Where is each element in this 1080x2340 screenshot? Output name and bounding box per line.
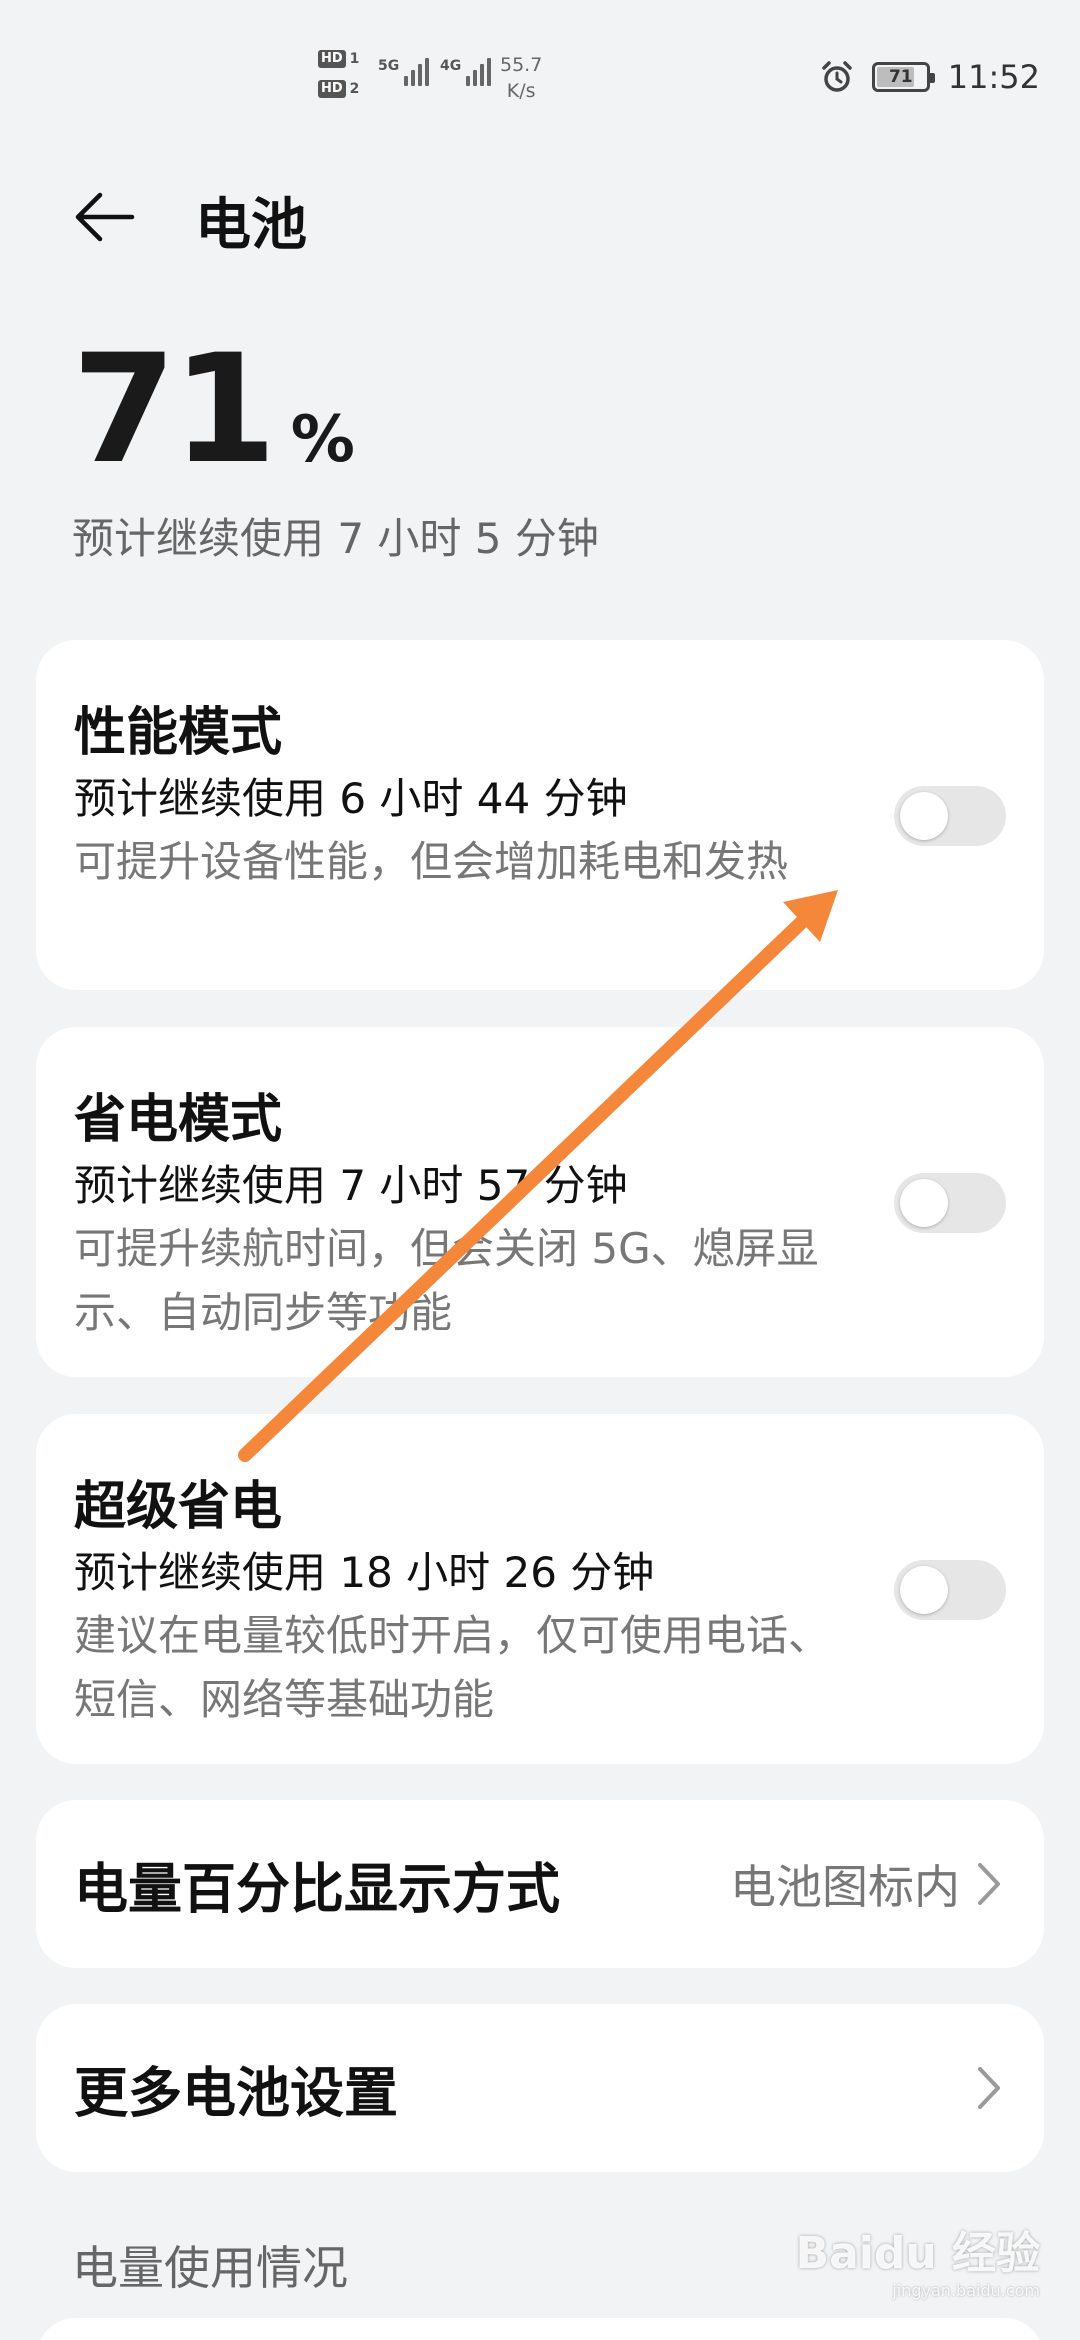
mode-estimate: 预计继续使用 6 小时 44 分钟 <box>74 774 628 823</box>
watermark-text: Baidu 经验 <box>795 2228 1040 2279</box>
performance-mode-toggle[interactable] <box>894 786 1006 846</box>
battery-level-unit: % <box>290 403 355 477</box>
row-value: 电池图标内 <box>730 1860 960 1914</box>
chevron-right-icon <box>978 2067 1000 2109</box>
chevron-right-icon <box>978 1863 1000 1905</box>
network-type-label: 5G <box>378 58 400 74</box>
usage-card <box>36 2318 1044 2340</box>
signal-icon: 4G <box>440 58 492 86</box>
network-speed: 55.7 K/s <box>500 52 542 104</box>
battery-icon: 71 <box>871 62 935 92</box>
battery-level-value: 71 <box>72 323 277 497</box>
power-saving-mode-toggle[interactable] <box>894 1173 1006 1233</box>
back-arrow-icon <box>75 192 135 242</box>
toggle-knob <box>900 1566 948 1614</box>
percentage-display-row[interactable]: 电量百分比显示方式 电池图标内 <box>36 1800 1044 1968</box>
alarm-icon <box>822 61 852 92</box>
network-speed-value: 55.7 <box>500 54 543 76</box>
battery-percent-label: 71 <box>888 67 913 87</box>
hd-badge: HD <box>318 80 346 98</box>
sim1-number: 1 <box>349 51 360 67</box>
mode-title: 省电模式 <box>74 1090 283 1150</box>
toggle-knob <box>900 1179 948 1227</box>
ultra-power-saving-toggle[interactable] <box>894 1560 1006 1620</box>
mode-description: 建议在电量较低时开启，仅可使用电话、短信、网络等基础功能 <box>74 1611 831 1724</box>
mode-description: 可提升设备性能，但会增加耗电和发热 <box>74 837 789 886</box>
app-header: 电池 <box>0 170 1080 260</box>
power-saving-mode-card: 省电模式 预计继续使用 7 小时 57 分钟 可提升续航时间，但会关闭 5G、熄… <box>36 1027 1044 1377</box>
page-title: 电池 <box>195 193 307 258</box>
mode-title: 超级省电 <box>74 1477 283 1537</box>
toggle-knob <box>900 792 948 840</box>
usage-section-header: 电量使用情况 <box>72 2241 348 2295</box>
battery-level: 71 % <box>72 323 355 497</box>
mode-estimate: 预计继续使用 18 小时 26 分钟 <box>74 1548 655 1597</box>
mode-description: 可提升续航时间，但会关闭 5G、熄屏显示、自动同步等功能 <box>74 1224 819 1337</box>
battery-estimate: 预计继续使用 7 小时 5 分钟 <box>72 514 599 563</box>
watermark: Baidu 经验 jingyan.baidu.com <box>796 2217 1040 2300</box>
hd-badge: HD <box>318 50 346 68</box>
back-button[interactable] <box>70 182 140 252</box>
status-bar: HD 1 HD 2 5G 4G 55.7 K/s 71 11:52 <box>0 0 1080 150</box>
mode-title: 性能模式 <box>74 703 283 763</box>
ultra-power-saving-card: 超级省电 预计继续使用 18 小时 26 分钟 建议在电量较低时开启，仅可使用电… <box>36 1414 1044 1764</box>
row-title: 更多电池设置 <box>74 2061 398 2125</box>
network-speed-unit: K/s <box>506 80 536 102</box>
performance-mode-card: 性能模式 预计继续使用 6 小时 44 分钟 可提升设备性能，但会增加耗电和发热 <box>36 640 1044 990</box>
sim2-number: 2 <box>349 81 360 97</box>
network-type-label: 4G <box>440 58 462 74</box>
signal-icon: 5G <box>378 58 430 86</box>
clock: 11:52 <box>947 58 1040 96</box>
watermark-url: jingyan.baidu.com <box>892 2281 1040 2300</box>
mode-estimate: 预计继续使用 7 小时 57 分钟 <box>74 1161 628 1210</box>
more-battery-settings-row[interactable]: 更多电池设置 <box>36 2004 1044 2172</box>
row-title: 电量百分比显示方式 <box>74 1857 560 1921</box>
sim-indicators: HD 1 HD 2 <box>318 50 359 98</box>
